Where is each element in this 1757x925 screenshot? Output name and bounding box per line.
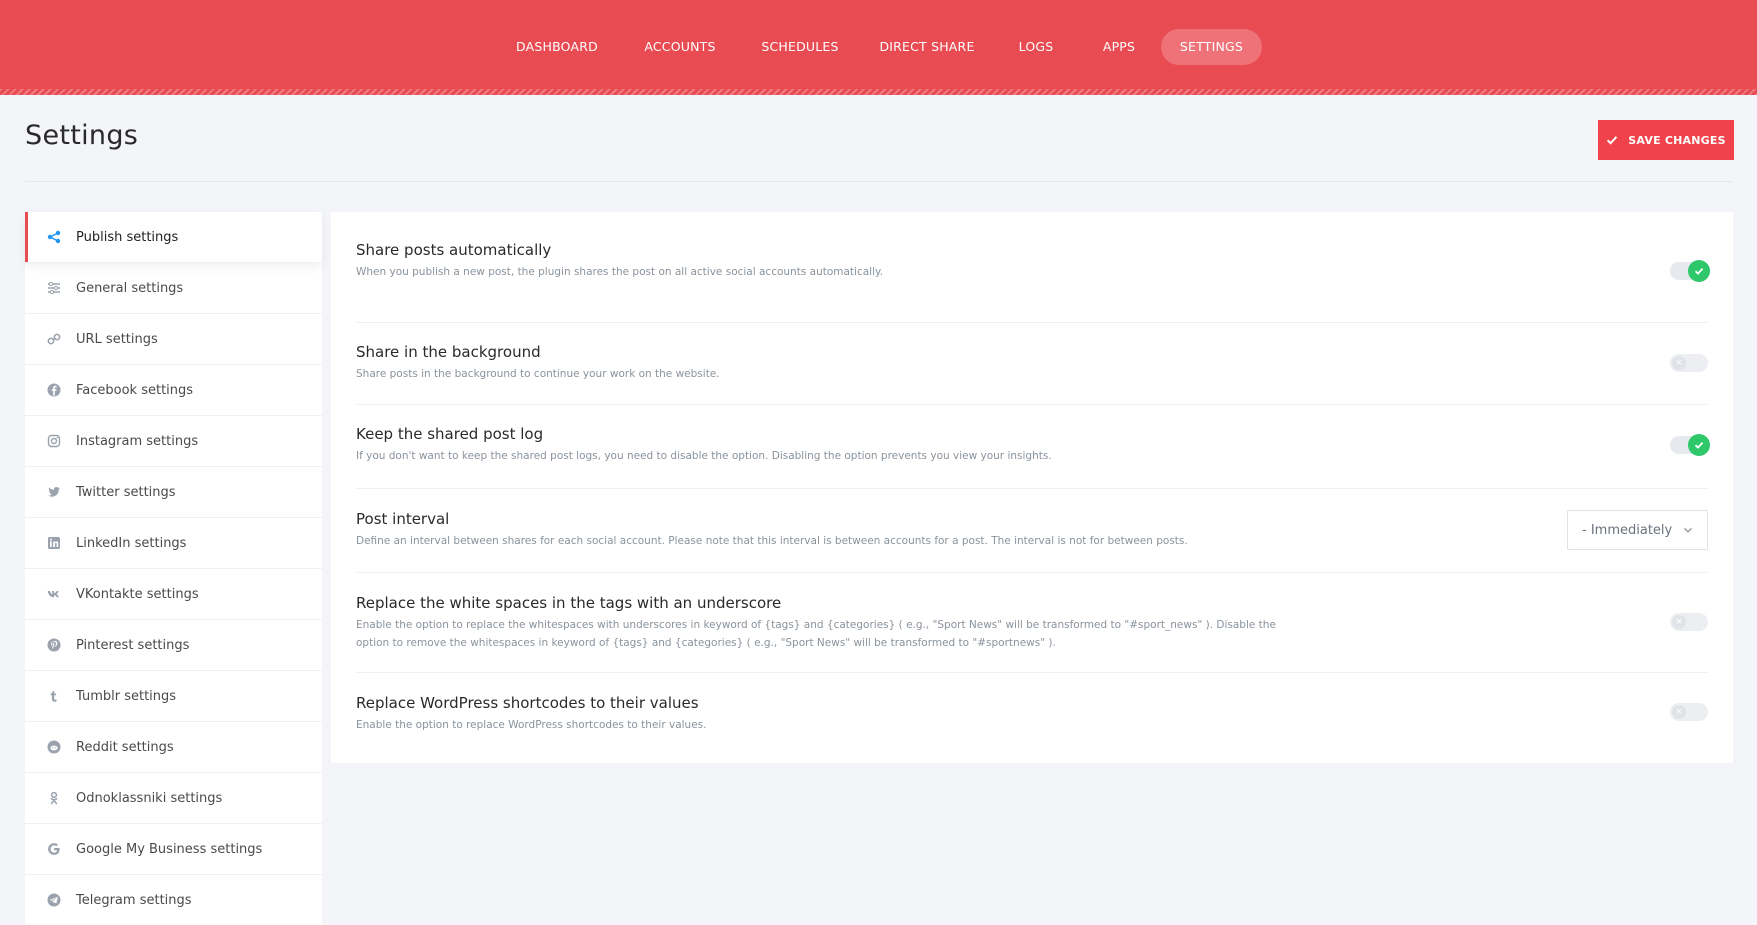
sidebar-item-label: Publish settings (76, 229, 179, 245)
option-replace-shortcodes: Replace WordPress shortcodes to their va… (356, 673, 1708, 753)
sidebar-item-label: URL settings (76, 331, 158, 347)
nav-bottom-pattern (0, 89, 1757, 95)
check-icon (1607, 136, 1618, 145)
sidebar-item-facebook[interactable]: Facebook settings (25, 365, 322, 416)
sidebar-item-telegram[interactable]: Telegram settings (25, 875, 322, 925)
x-icon: × (1672, 615, 1686, 629)
check-icon (1688, 260, 1710, 282)
twitter-icon (47, 485, 61, 499)
share-icon (47, 230, 61, 244)
sidebar-item-odnoklassniki[interactable]: Odnoklassniki settings (25, 773, 322, 824)
sidebar-item-pinterest[interactable]: Pinterest settings (25, 620, 322, 671)
option-title: Keep the shared post log (356, 425, 544, 443)
sidebar-item-google-my-business[interactable]: Google My Business settings (25, 824, 322, 875)
page-title: Settings (25, 120, 139, 151)
nav-logs[interactable]: LOGS (1005, 29, 1067, 65)
option-title: Replace the white spaces in the tags wit… (356, 594, 782, 612)
option-share-background: Share in the background Share posts in t… (356, 323, 1708, 405)
option-description: Share posts in the background to continu… (356, 368, 720, 380)
option-description: Enable the option to replace the whitesp… (356, 619, 1276, 649)
sidebar-item-label: LinkedIn settings (76, 535, 187, 551)
replace-whitespace-toggle[interactable]: × (1670, 613, 1708, 631)
telegram-icon (47, 893, 61, 907)
chevron-down-icon (1684, 527, 1692, 533)
post-interval-select[interactable]: - Immediately (1567, 510, 1708, 550)
sidebar-item-label: Telegram settings (76, 892, 192, 908)
sidebar-item-label: Facebook settings (76, 382, 194, 398)
sidebar-item-label: Google My Business settings (76, 841, 263, 857)
option-replace-whitespace: Replace the white spaces in the tags wit… (356, 573, 1708, 673)
sidebar-item-vkontakte[interactable]: VKontakte settings (25, 569, 322, 620)
share-background-toggle[interactable]: × (1670, 354, 1708, 372)
share-automatically-toggle[interactable] (1670, 260, 1710, 282)
check-icon (1688, 434, 1710, 456)
sidebar-item-label: General settings (76, 280, 184, 296)
option-share-automatically: Share posts automatically When you publi… (356, 241, 1710, 323)
save-changes-button[interactable]: SAVE CHANGES (1598, 120, 1734, 160)
main-nav: DASHBOARD ACCOUNTS SCHEDULES DIRECT SHAR… (0, 29, 1757, 65)
sidebar-item-general[interactable]: General settings (25, 263, 322, 314)
save-changes-label: SAVE CHANGES (1628, 133, 1726, 147)
sidebar-item-twitter[interactable]: Twitter settings (25, 467, 322, 518)
sidebar-item-publish[interactable]: Publish settings (25, 212, 322, 263)
x-icon: × (1672, 705, 1686, 719)
reddit-icon (47, 740, 61, 754)
facebook-icon (47, 383, 61, 397)
option-title: Post interval (356, 510, 450, 528)
vk-icon (47, 587, 61, 601)
instagram-icon (47, 434, 61, 448)
option-title: Replace WordPress shortcodes to their va… (356, 694, 699, 712)
top-navigation-bar: DASHBOARD ACCOUNTS SCHEDULES DIRECT SHAR… (0, 0, 1757, 95)
sidebar-item-label: Odnoklassniki settings (76, 790, 223, 806)
option-keep-post-log: Keep the shared post log If you don't wa… (356, 405, 1710, 489)
option-description: Define an interval between shares for ea… (356, 535, 1188, 547)
header-divider (25, 181, 1732, 182)
option-title: Share in the background (356, 343, 541, 361)
google-icon (47, 842, 61, 856)
link-icon (47, 332, 61, 346)
nav-accounts[interactable]: ACCOUNTS (628, 29, 732, 65)
sidebar-item-label: Tumblr settings (76, 688, 177, 704)
sidebar-item-reddit[interactable]: Reddit settings (25, 722, 322, 773)
nav-settings[interactable]: SETTINGS (1161, 29, 1262, 65)
sidebar-item-label: Twitter settings (76, 484, 176, 500)
keep-post-log-toggle[interactable] (1670, 434, 1710, 456)
sidebar-item-label: Reddit settings (76, 739, 174, 755)
nav-schedules[interactable]: SCHEDULES (750, 29, 850, 65)
option-description: If you don't want to keep the shared pos… (356, 450, 1052, 462)
pinterest-icon (47, 638, 61, 652)
linkedin-icon (47, 536, 61, 550)
sidebar-item-label: Instagram settings (76, 433, 199, 449)
sidebar-item-linkedin[interactable]: LinkedIn settings (25, 518, 322, 569)
sidebar-item-url[interactable]: URL settings (25, 314, 322, 365)
post-interval-value: - Immediately (1582, 522, 1673, 538)
sidebar-item-label: VKontakte settings (76, 586, 199, 602)
odnoklassniki-icon (47, 791, 61, 805)
option-post-interval: Post interval Define an interval between… (356, 489, 1708, 573)
settings-sidebar: Publish settings General settings URL se… (25, 212, 322, 925)
replace-shortcodes-toggle[interactable]: × (1670, 703, 1708, 721)
nav-apps[interactable]: APPS (1088, 29, 1150, 65)
nav-dashboard[interactable]: DASHBOARD (505, 29, 609, 65)
option-description: When you publish a new post, the plugin … (356, 266, 884, 278)
sliders-icon (47, 281, 61, 295)
nav-direct-share[interactable]: DIRECT SHARE (873, 29, 981, 65)
tumblr-icon (47, 689, 61, 703)
sidebar-item-label: Pinterest settings (76, 637, 190, 653)
sidebar-item-tumblr[interactable]: Tumblr settings (25, 671, 322, 722)
option-title: Share posts automatically (356, 241, 552, 259)
sidebar-item-instagram[interactable]: Instagram settings (25, 416, 322, 467)
x-icon: × (1672, 356, 1686, 370)
option-description: Enable the option to replace WordPress s… (356, 719, 707, 731)
publish-settings-panel: Share posts automatically When you publi… (331, 212, 1733, 763)
